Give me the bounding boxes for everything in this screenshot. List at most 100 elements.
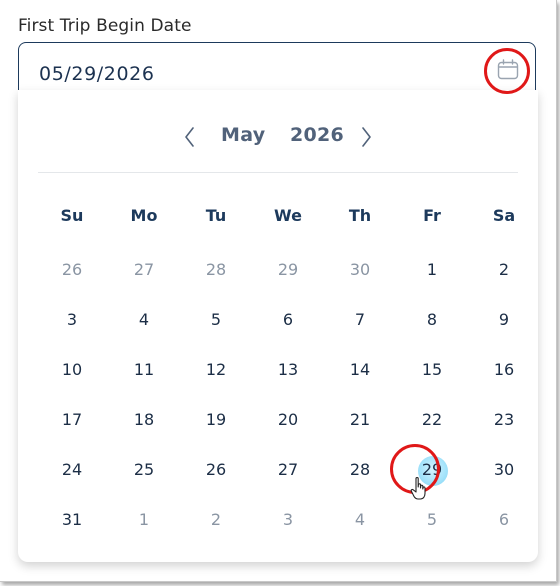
day-cell[interactable]: 27 [108, 250, 180, 290]
day-number: 5 [210, 310, 222, 329]
date-input-value[interactable]: 05/29/2026 [39, 63, 155, 85]
weekday-row: Su Mo Tu We Th Fr Sa [36, 206, 540, 230]
calendar-icon[interactable] [495, 57, 521, 83]
day-number: 2 [210, 510, 222, 529]
day-cell[interactable]: 2 [180, 500, 252, 540]
day-cell[interactable]: 6 [252, 300, 324, 340]
day-cell[interactable]: 16 [468, 350, 540, 390]
day-number: 30 [349, 260, 371, 279]
day-number: 4 [354, 510, 366, 529]
day-cell[interactable]: 5 [180, 300, 252, 340]
day-cell[interactable]: 21 [324, 400, 396, 440]
day-cell[interactable]: 14 [324, 350, 396, 390]
day-number: 31 [61, 510, 83, 529]
day-cell[interactable]: 24 [36, 450, 108, 490]
header-divider [38, 172, 518, 173]
day-cell[interactable]: 3 [252, 500, 324, 540]
day-number: 9 [498, 310, 510, 329]
day-number: 21 [349, 410, 371, 429]
day-number: 27 [277, 460, 299, 479]
day-number: 29 [421, 460, 443, 479]
day-number: 2 [498, 260, 510, 279]
day-cell[interactable]: 28 [324, 450, 396, 490]
day-number: 13 [277, 360, 299, 379]
weekday-label: We [274, 206, 302, 225]
year-select[interactable]: 2026 [290, 124, 344, 146]
day-cell[interactable]: 11 [108, 350, 180, 390]
day-cell[interactable]: 30 [468, 450, 540, 490]
day-number: 11 [133, 360, 155, 379]
datepicker-popup: May 2026 Su Mo Tu We Th Fr Sa 26 27 28 29 30 1 2 3 4 5 6… [18, 90, 538, 562]
day-cell[interactable]: 20 [252, 400, 324, 440]
day-cell[interactable]: 22 [396, 400, 468, 440]
day-number: 23 [493, 410, 515, 429]
day-number: 1 [138, 510, 150, 529]
day-cell[interactable]: 27 [252, 450, 324, 490]
day-cell[interactable]: 7 [324, 300, 396, 340]
field-label: First Trip Begin Date [18, 16, 192, 36]
day-cell[interactable]: 31 [36, 500, 108, 540]
day-cell[interactable]: 2 [468, 250, 540, 290]
day-number: 20 [277, 410, 299, 429]
weekday-label: Mo [130, 206, 158, 225]
day-number: 17 [61, 410, 83, 429]
day-cell[interactable]: 5 [396, 500, 468, 540]
weekday-label: Su [60, 206, 84, 225]
day-cell[interactable]: 10 [36, 350, 108, 390]
day-cell[interactable]: 23 [468, 400, 540, 440]
day-cell[interactable]: 28 [180, 250, 252, 290]
day-cell[interactable]: 19 [180, 400, 252, 440]
day-number: 19 [205, 410, 227, 429]
day-number: 14 [349, 360, 371, 379]
day-number: 6 [498, 510, 510, 529]
day-number: 5 [426, 510, 438, 529]
day-number: 4 [138, 310, 150, 329]
day-number: 12 [205, 360, 227, 379]
day-cell[interactable]: 15 [396, 350, 468, 390]
day-cell[interactable]: 1 [396, 250, 468, 290]
day-number: 27 [133, 260, 155, 279]
chevron-right-icon[interactable] [356, 124, 376, 150]
day-number: 16 [493, 360, 515, 379]
day-cell[interactable]: 26 [180, 450, 252, 490]
weekday-label: Sa [492, 206, 516, 225]
day-cell[interactable]: 9 [468, 300, 540, 340]
day-cell[interactable]: 13 [252, 350, 324, 390]
selected-day-cell[interactable]: 29 [396, 450, 468, 490]
day-number: 25 [133, 460, 155, 479]
day-number: 29 [277, 260, 299, 279]
weekday-label: Fr [423, 206, 441, 225]
weekday-label: Th [348, 206, 372, 225]
day-number: 28 [349, 460, 371, 479]
day-number: 26 [205, 460, 227, 479]
day-cell[interactable]: 4 [324, 500, 396, 540]
day-cell[interactable]: 18 [108, 400, 180, 440]
day-cell[interactable]: 3 [36, 300, 108, 340]
day-cell[interactable]: 12 [180, 350, 252, 390]
weekday-label: Tu [205, 206, 227, 225]
day-number: 10 [61, 360, 83, 379]
chevron-left-icon[interactable] [180, 124, 200, 150]
day-number: 3 [66, 310, 78, 329]
day-cell[interactable]: 4 [108, 300, 180, 340]
day-number: 30 [493, 460, 515, 479]
day-cell[interactable]: 17 [36, 400, 108, 440]
day-cell[interactable]: 29 [252, 250, 324, 290]
day-number: 1 [426, 260, 438, 279]
calendar-header: May 2026 [18, 122, 538, 152]
day-cell[interactable]: 26 [36, 250, 108, 290]
day-number: 8 [426, 310, 438, 329]
day-cell[interactable]: 1 [108, 500, 180, 540]
day-cell[interactable]: 8 [396, 300, 468, 340]
day-number: 7 [354, 310, 366, 329]
day-cell[interactable]: 25 [108, 450, 180, 490]
day-number: 3 [282, 510, 294, 529]
day-number: 26 [61, 260, 83, 279]
screenshot-frame: First Trip Begin Date 05/29/2026 May 202… [0, 0, 557, 582]
day-number: 28 [205, 260, 227, 279]
day-number: 22 [421, 410, 443, 429]
month-select[interactable]: May [221, 124, 265, 146]
day-cell[interactable]: 30 [324, 250, 396, 290]
day-number: 6 [282, 310, 294, 329]
day-cell[interactable]: 6 [468, 500, 540, 540]
